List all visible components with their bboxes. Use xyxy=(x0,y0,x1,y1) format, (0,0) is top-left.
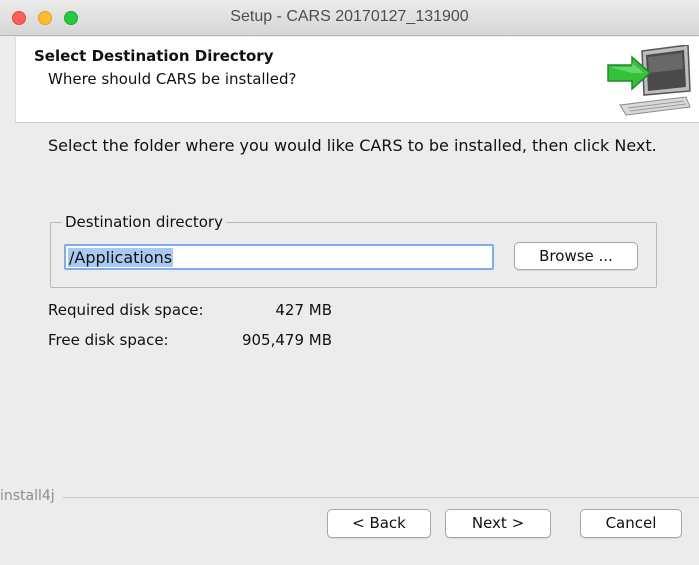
free-disk-space-value: 905,479 MB xyxy=(241,331,332,349)
browse-button[interactable]: Browse ... xyxy=(514,242,638,270)
required-disk-space-label: Required disk space: xyxy=(48,301,204,319)
footer-divider xyxy=(0,497,699,498)
destination-group-label: Destination directory xyxy=(62,213,226,231)
page-subtitle: Where should CARS be installed? xyxy=(48,70,297,88)
installer-brand-label: install4j xyxy=(0,488,63,504)
instruction-text: Select the folder where you would like C… xyxy=(48,136,657,155)
destination-directory-input[interactable]: /Applications xyxy=(64,244,494,270)
window-title: Setup - CARS 20170127_131900 xyxy=(230,8,469,25)
next-button[interactable]: Next > xyxy=(445,509,551,538)
required-disk-space-value: 427 MB xyxy=(275,301,332,319)
free-disk-space-row: Free disk space: 905,479 MB xyxy=(48,331,348,351)
back-button[interactable]: < Back xyxy=(327,509,431,538)
header-panel: Select Destination Directory Where shoul… xyxy=(15,37,699,123)
free-disk-space-label: Free disk space: xyxy=(48,331,169,349)
install-computer-icon xyxy=(607,45,691,116)
required-disk-space-row: Required disk space: 427 MB xyxy=(48,301,348,321)
destination-directory-value: /Applications xyxy=(68,248,174,267)
cancel-button[interactable]: Cancel xyxy=(580,509,682,538)
page-title: Select Destination Directory xyxy=(34,47,274,65)
title-bar: Setup - CARS 20170127_131900 xyxy=(0,0,699,36)
